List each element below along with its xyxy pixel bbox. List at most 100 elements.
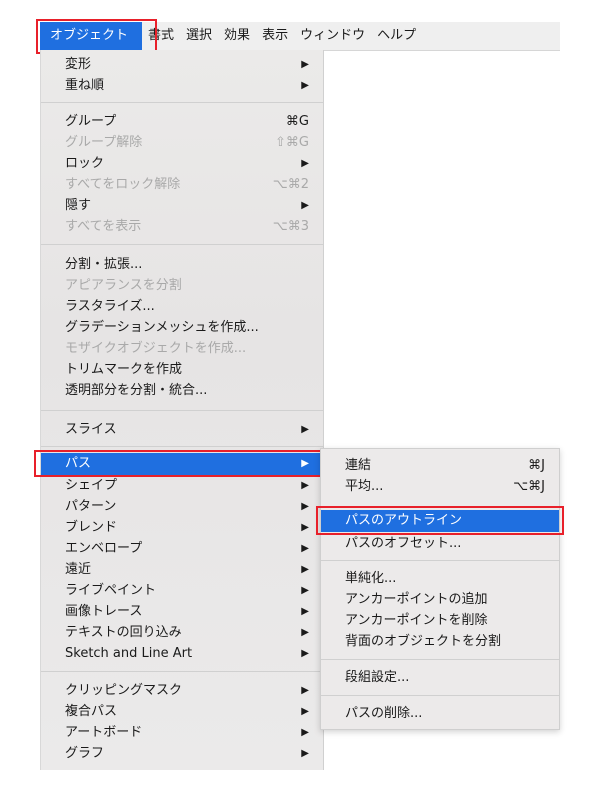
menu-item-label: ライブペイント [65, 583, 157, 598]
menu-item-label: クリッピングマスク [65, 683, 183, 698]
menu-item-label: 変形 [65, 57, 92, 72]
menu-item-graph[interactable]: グラフ ▶ [41, 743, 323, 764]
submenu-item-offset-path[interactable]: パスのオフセット... [321, 533, 559, 554]
submenu-arrow-icon: ▶ [301, 748, 309, 759]
submenu-arrow-icon: ▶ [301, 80, 309, 91]
menu-item-create-object-mosaic[interactable]: モザイクオブジェクトを作成... [41, 338, 323, 359]
menu-item-label: 透明部分を分割・統合... [65, 383, 208, 398]
menu-item-slice[interactable]: スライス ▶ [41, 419, 323, 440]
submenu-arrow-icon: ▶ [301, 706, 309, 717]
menu-item-perspective[interactable]: 遠近 ▶ [41, 559, 323, 580]
menu-item-clipping-mask[interactable]: クリッピングマスク ▶ [41, 680, 323, 701]
menu-effect[interactable]: 効果 [218, 22, 256, 50]
menu-item-group[interactable]: グループ ⌘G [41, 111, 323, 132]
menu-separator [321, 560, 559, 561]
path-submenu: 連結 ⌘J 平均... ⌥⌘J パスのアウトライン パスのオフセット... 単純… [320, 448, 560, 730]
menu-item-label: テキストの回り込み [65, 625, 182, 640]
submenu-arrow-icon: ▶ [301, 158, 309, 169]
shortcut-label: ⌥⌘J [513, 479, 545, 494]
menu-item-text-wrap[interactable]: テキストの回り込み ▶ [41, 622, 323, 643]
submenu-arrow-icon: ▶ [301, 606, 309, 617]
menu-item-label: エンベロープ [65, 541, 143, 556]
submenu-arrow-icon: ▶ [301, 501, 309, 512]
menu-separator [41, 244, 323, 245]
menu-item-blend[interactable]: ブレンド ▶ [41, 517, 323, 538]
menu-separator [321, 695, 559, 696]
submenu-arrow-icon: ▶ [301, 627, 309, 638]
menu-item-path[interactable]: パス ▶ [41, 453, 323, 475]
menu-item-label: スライス [65, 422, 117, 437]
submenu-arrow-icon: ▶ [301, 543, 309, 554]
menu-item-label: アートボード [65, 725, 143, 740]
menu-item-live-paint[interactable]: ライブペイント ▶ [41, 580, 323, 601]
menu-item-create-trim-marks[interactable]: トリムマークを作成 [41, 359, 323, 380]
shortcut-label: ⌘G [285, 114, 309, 129]
menu-item-rasterize[interactable]: ラスタライズ... [41, 296, 323, 317]
menu-item-label: すべてを表示 [65, 219, 142, 234]
menu-item-label: グラフ [65, 746, 105, 761]
menu-item-label: 遠近 [65, 562, 92, 577]
menu-item-lock[interactable]: ロック ▶ [41, 153, 323, 174]
submenu-arrow-icon: ▶ [301, 648, 309, 659]
menu-item-unlock-all[interactable]: すべてをロック解除 ⌥⌘2 [41, 174, 323, 195]
menu-object[interactable]: オブジェクト [40, 22, 143, 50]
menu-item-expand-appearance[interactable]: アピアランスを分割 [41, 275, 323, 296]
menu-item-artboards[interactable]: アートボード ▶ [41, 722, 323, 743]
submenu-item-clean-up[interactable]: パスの削除... [321, 703, 559, 724]
submenu-arrow-icon: ▶ [301, 458, 309, 469]
menu-item-hide[interactable]: 隠す ▶ [41, 195, 323, 216]
menu-item-label: モザイクオブジェクトを作成... [65, 341, 247, 356]
menu-item-label: 分割・拡張... [65, 257, 143, 272]
menu-type[interactable]: 書式 [142, 22, 180, 50]
menu-item-label: パスのアウトライン [345, 513, 463, 528]
menu-item-arrange[interactable]: 重ね順 ▶ [41, 75, 323, 96]
menu-item-label: 隠す [65, 198, 92, 213]
menu-item-pattern[interactable]: パターン ▶ [41, 496, 323, 517]
menu-item-label: 単純化... [345, 571, 397, 586]
menu-item-label: 平均... [345, 479, 384, 494]
submenu-item-add-anchor-points[interactable]: アンカーポイントの追加 [321, 589, 559, 610]
menu-item-label: パスのオフセット... [345, 536, 462, 551]
submenu-item-simplify[interactable]: 単純化... [321, 568, 559, 589]
menu-item-shape[interactable]: シェイプ ▶ [41, 475, 323, 496]
menu-item-ungroup[interactable]: グループ解除 ⇧⌘G [41, 132, 323, 153]
menu-help[interactable]: ヘルプ [371, 22, 422, 50]
shortcut-label: ⌥⌘2 [272, 177, 309, 192]
menu-separator [41, 671, 323, 672]
menu-item-compound-path[interactable]: 複合パス ▶ [41, 701, 323, 722]
menu-item-expand[interactable]: 分割・拡張... [41, 254, 323, 275]
menu-select[interactable]: 選択 [180, 22, 218, 50]
menu-item-sketch-and-line-art[interactable]: Sketch and Line Art ▶ [41, 643, 323, 664]
submenu-item-outline-stroke[interactable]: パスのアウトライン [321, 510, 559, 532]
menu-item-label: トリムマークを作成 [65, 362, 183, 377]
submenu-arrow-icon: ▶ [301, 200, 309, 211]
object-menu: 変形 ▶ 重ね順 ▶ グループ ⌘G グループ解除 ⇧⌘G ロック ▶ すべてを… [40, 50, 324, 770]
menu-item-label: 複合パス [65, 704, 118, 719]
shortcut-label: ⇧⌘G [275, 135, 309, 150]
submenu-arrow-icon: ▶ [301, 685, 309, 696]
submenu-item-join[interactable]: 連結 ⌘J [321, 455, 559, 476]
menu-item-label: 背面のオブジェクトを分割 [345, 634, 502, 649]
menu-item-create-gradient-mesh[interactable]: グラデーションメッシュを作成... [41, 317, 323, 338]
submenu-arrow-icon: ▶ [301, 480, 309, 491]
menu-item-transform[interactable]: 変形 ▶ [41, 54, 323, 75]
menu-view[interactable]: 表示 [256, 22, 294, 50]
submenu-item-divide-objects-below[interactable]: 背面のオブジェクトを分割 [321, 631, 559, 652]
menu-item-label: 段組設定... [345, 670, 410, 685]
submenu-item-split-into-grid[interactable]: 段組設定... [321, 667, 559, 688]
menu-item-label: 連結 [345, 458, 372, 473]
menu-item-envelope[interactable]: エンベロープ ▶ [41, 538, 323, 559]
menu-item-label: ブレンド [65, 520, 118, 535]
submenu-item-average[interactable]: 平均... ⌥⌘J [321, 476, 559, 497]
menu-separator [41, 102, 323, 103]
menu-item-label: Sketch and Line Art [65, 646, 193, 661]
menu-item-label: ロック [65, 156, 105, 171]
submenu-item-remove-anchor-points[interactable]: アンカーポイントを削除 [321, 610, 559, 631]
submenu-arrow-icon: ▶ [301, 59, 309, 70]
menu-window[interactable]: ウィンドウ [294, 22, 371, 50]
menu-item-image-trace[interactable]: 画像トレース ▶ [41, 601, 323, 622]
submenu-arrow-icon: ▶ [301, 564, 309, 575]
submenu-arrow-icon: ▶ [301, 424, 309, 435]
menu-item-flatten-transparency[interactable]: 透明部分を分割・統合... [41, 380, 323, 401]
menu-item-show-all[interactable]: すべてを表示 ⌥⌘3 [41, 216, 323, 237]
